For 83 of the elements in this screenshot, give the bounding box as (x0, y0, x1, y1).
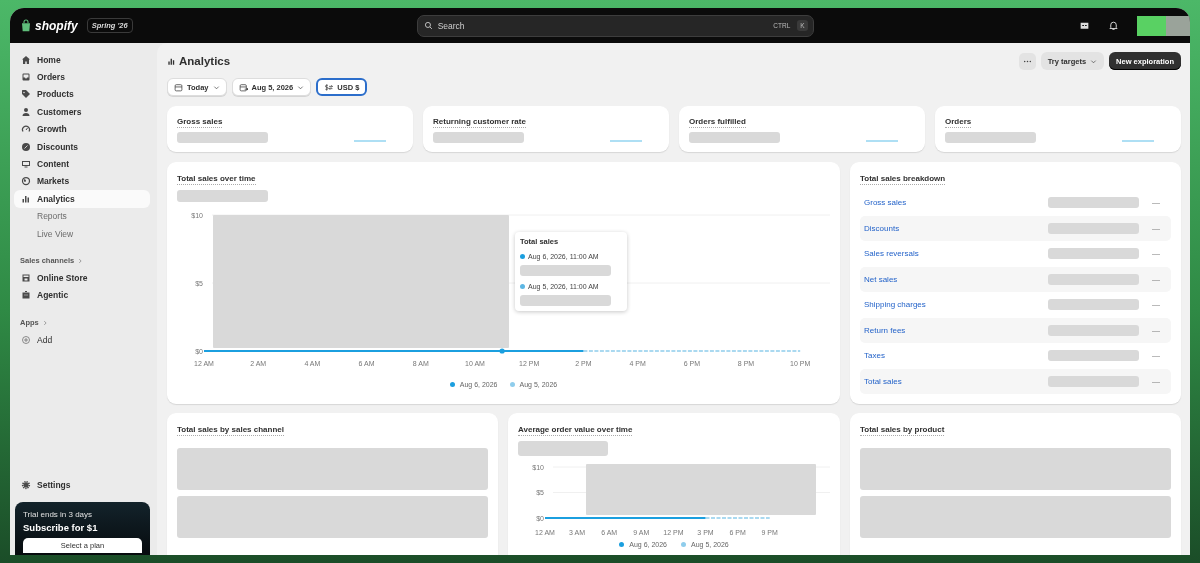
robot-icon (1079, 20, 1090, 31)
gauge-icon (21, 124, 31, 135)
nav-item[interactable]: Markets (14, 172, 150, 191)
robot-button[interactable] (1079, 20, 1090, 31)
nav-item[interactable]: Customers (14, 103, 150, 121)
breakdown-value: — (1151, 351, 1161, 361)
chevron-down-icon (212, 83, 220, 91)
ellipsis-icon (1022, 59, 1032, 63)
chevron-right-icon (77, 257, 84, 264)
metric-card[interactable]: Gross sales (167, 106, 413, 152)
metric-title: Orders (945, 117, 972, 128)
trial-headline: Subscribe for $1 (23, 522, 99, 533)
nav-item[interactable]: Growth (14, 120, 150, 138)
nav-item[interactable]: Home (14, 51, 150, 69)
notifications-button[interactable] (1108, 20, 1119, 31)
breakdown-link[interactable]: Sales reversals (864, 249, 919, 259)
breakdown-link[interactable]: Net sales (864, 274, 898, 284)
breakdown-value: — (1151, 300, 1161, 310)
monitor-icon (21, 159, 31, 170)
metric-title: Orders fulfilled (689, 117, 746, 128)
page-title: Analytics (179, 55, 231, 67)
breakdown-link[interactable]: Gross sales (864, 198, 907, 208)
nav-item[interactable]: Analytics (14, 190, 150, 208)
nav-item[interactable]: Live View (14, 224, 150, 243)
sparkline (354, 139, 386, 142)
chevron-down-icon (297, 83, 305, 91)
metric-card[interactable]: Returning customer rate (423, 106, 669, 152)
metric-card[interactable]: Orders (935, 106, 1181, 152)
breakdown-link[interactable]: Total sales (864, 376, 902, 386)
breakdown-link[interactable]: Discounts (864, 223, 900, 233)
breakdown-link[interactable]: Shipping charges (864, 300, 926, 310)
avatar[interactable] (1137, 15, 1190, 36)
trial-text: Trial ends in 3 days (23, 510, 94, 519)
sparkline (866, 139, 898, 142)
nav-item[interactable]: Discounts (14, 137, 150, 156)
tag-icon (21, 89, 31, 100)
chevron-down-icon (1090, 57, 1098, 65)
hover-point (499, 348, 505, 354)
metric-card[interactable]: Orders fulfilled (679, 106, 925, 152)
breakdown-link[interactable]: Taxes (864, 351, 885, 361)
breakdown-value: — (1151, 249, 1161, 259)
breakdown-value: — (1151, 376, 1161, 386)
logo-wordmark[interactable]: shopify (35, 18, 78, 33)
chevron-right-icon (41, 319, 48, 326)
nav-item[interactable]: Agentic (14, 286, 150, 305)
robot-icon (21, 290, 31, 301)
card-title: Total sales by sales channel (177, 425, 284, 436)
nav-item[interactable]: Reports (14, 207, 150, 225)
nav-item[interactable]: Products (14, 85, 150, 104)
breakdown-link[interactable]: Return fees (864, 325, 906, 335)
breakdown-value: — (1151, 325, 1161, 335)
breakdown-value: — (1151, 274, 1161, 284)
bar-chart-icon (21, 193, 31, 204)
tray-icon (21, 72, 31, 83)
metric-title: Gross sales (177, 117, 223, 128)
card-title: Total sales breakdown (860, 174, 946, 185)
settings-icon (21, 480, 31, 491)
search-icon (423, 21, 433, 30)
plus-circle-icon (21, 334, 31, 345)
globe-icon (21, 176, 31, 187)
nav-item[interactable]: Orders (14, 68, 150, 86)
nav-item[interactable]: Content (14, 155, 150, 173)
nav-item[interactable]: Online Store (14, 269, 150, 287)
calendar-compare-icon (238, 82, 248, 92)
card-title: Total sales by product (860, 425, 945, 436)
discount-badge-icon (21, 141, 31, 152)
calendar-icon (174, 82, 183, 92)
bell-icon (1108, 20, 1119, 31)
sparkline (610, 139, 642, 142)
currency-icon (324, 82, 334, 92)
nav-item[interactable]: Settings (14, 476, 150, 494)
metric-title: Returning customer rate (433, 117, 526, 128)
home-icon (21, 54, 31, 65)
storefront-icon (21, 273, 31, 283)
card-title: Average order value over time (518, 425, 633, 436)
nav-item[interactable]: Add (14, 331, 150, 349)
sparkline (1122, 139, 1154, 142)
person-icon (21, 106, 31, 117)
breakdown-value: — (1151, 198, 1161, 208)
breakdown-value: — (1151, 223, 1161, 233)
card-title: Total sales over time (177, 174, 256, 185)
bar-chart-icon (167, 56, 176, 66)
shopping-bag-icon (20, 18, 32, 33)
